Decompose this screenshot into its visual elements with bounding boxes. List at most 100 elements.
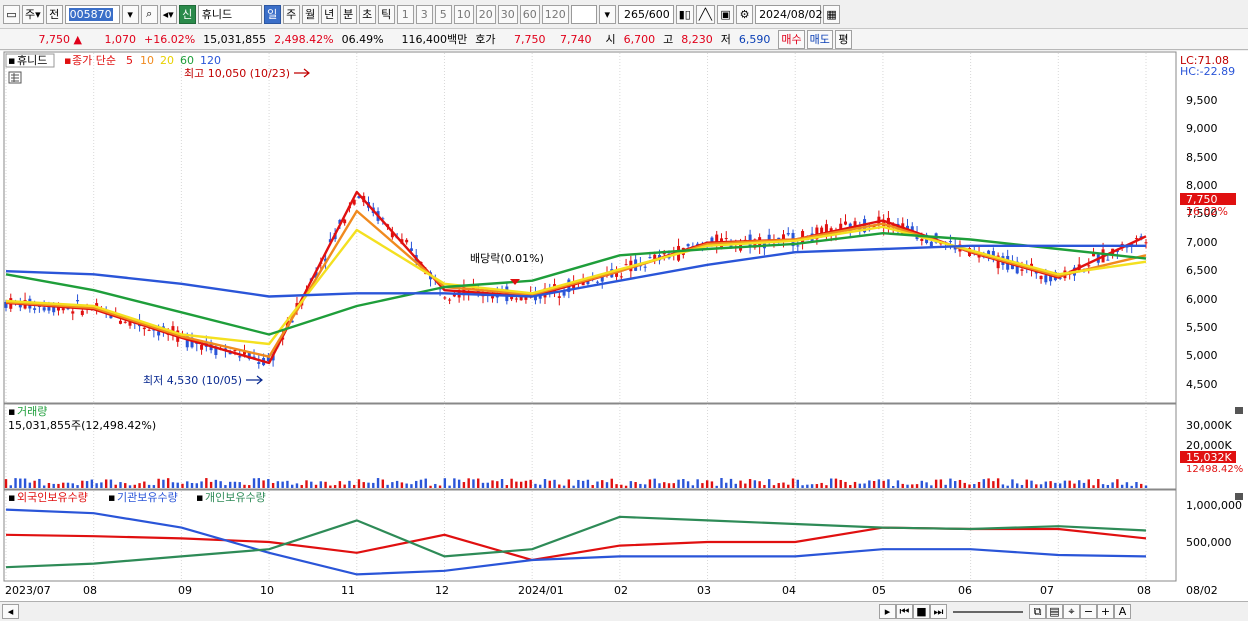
volume-bar bbox=[71, 483, 74, 488]
speaker-icon[interactable]: ◂▾ bbox=[159, 4, 177, 24]
market-select-button[interactable]: 주 ▾ bbox=[22, 4, 44, 24]
volume-bar bbox=[415, 480, 418, 488]
volume-bar bbox=[667, 483, 671, 488]
x-label-07: 07 bbox=[1040, 584, 1054, 597]
volume-bar bbox=[763, 485, 766, 488]
volume-bar bbox=[977, 481, 981, 488]
minute-30-tab[interactable]: 30 bbox=[497, 4, 518, 24]
y-tick-5500: 5,500 bbox=[1186, 321, 1218, 334]
volume-bar bbox=[467, 478, 470, 488]
crosshair-icon[interactable]: ⌖ bbox=[1063, 604, 1080, 619]
volume-bar bbox=[429, 485, 432, 488]
sell-button[interactable]: 매도 bbox=[806, 29, 833, 49]
stop-icon[interactable]: ■ bbox=[913, 604, 930, 619]
stock-chart[interactable]: ▪ 휴니드 ▪ 종가 단순 5 10 20 60 120 최고 10,050 (… bbox=[0, 51, 1248, 601]
volume-bar bbox=[224, 485, 227, 488]
legend-individual: 개인보유수량 bbox=[205, 491, 266, 504]
minute-60-tab[interactable]: 60 bbox=[519, 4, 540, 24]
calendar-icon[interactable]: ▦ bbox=[823, 4, 841, 24]
candle-body bbox=[157, 331, 161, 336]
play-forward-icon[interactable]: ⏭ bbox=[930, 604, 947, 619]
y-tick-5000: 5,000 bbox=[1186, 349, 1218, 362]
volume-bar bbox=[725, 482, 728, 488]
compare-icon[interactable]: ⧉ bbox=[1029, 604, 1046, 619]
period-day-tab[interactable]: 일 bbox=[263, 4, 281, 24]
overlay-icon[interactable]: ▤ bbox=[1046, 604, 1063, 619]
scroll-right-icon[interactable]: ▸ bbox=[879, 604, 896, 619]
volume-bar bbox=[500, 479, 504, 488]
date-input[interactable]: 2024/08/02 bbox=[755, 4, 822, 24]
candle-body bbox=[71, 311, 75, 314]
volume-bar bbox=[338, 481, 342, 488]
scroll-track[interactable] bbox=[19, 605, 879, 619]
volume-bar bbox=[348, 480, 351, 488]
zoom-out-icon[interactable]: − bbox=[1080, 604, 1097, 619]
zoom-slider[interactable] bbox=[953, 610, 1023, 613]
minute-5-tab[interactable]: 5 bbox=[434, 4, 452, 24]
interval-dropdown-icon[interactable]: ▾ bbox=[598, 4, 616, 24]
chart-settings-icon[interactable]: ▭ bbox=[3, 4, 20, 24]
period-week-tab[interactable]: 주 bbox=[282, 4, 300, 24]
volume-bar bbox=[1144, 485, 1148, 488]
volume-bar bbox=[28, 482, 32, 488]
volume-bar bbox=[243, 484, 246, 488]
volume-bar bbox=[372, 482, 375, 488]
period-second-tab[interactable]: 초 bbox=[358, 4, 376, 24]
volume-bar bbox=[605, 482, 609, 488]
search-icon[interactable]: ⌕ bbox=[140, 4, 158, 24]
volume-bar bbox=[90, 479, 94, 488]
period-minute-tab[interactable]: 분 bbox=[339, 4, 357, 24]
bottom-scrollbar[interactable]: ◂ ▸ ⏮ ■ ⏭ ⧉ ▤ ⌖ − + A bbox=[0, 601, 1248, 621]
period-select-button[interactable]: 전 bbox=[45, 4, 63, 24]
minute-3-tab[interactable]: 3 bbox=[415, 4, 433, 24]
data-count-input[interactable]: 265/600 bbox=[617, 4, 674, 24]
period-year-tab[interactable]: 년 bbox=[320, 4, 338, 24]
volume-bar bbox=[333, 485, 337, 488]
eval-button[interactable]: 평 bbox=[834, 29, 852, 49]
chart-area[interactable]: ▪ 휴니드 ▪ 종가 단순 5 10 20 60 120 최고 10,050 (… bbox=[0, 51, 1248, 601]
volume-panel-close-icon[interactable] bbox=[1235, 407, 1243, 414]
hc-value: HC:-22.89 bbox=[1180, 65, 1235, 78]
volume-bar bbox=[529, 479, 532, 488]
volume-bar bbox=[305, 480, 308, 488]
volume-bar bbox=[925, 482, 928, 488]
buy-button[interactable]: 매수 bbox=[778, 29, 805, 49]
play-rewind-icon[interactable]: ⏮ bbox=[896, 604, 913, 619]
volume-bar bbox=[610, 478, 613, 488]
hold-y-tick-500000: 500,000 bbox=[1186, 536, 1232, 549]
volume-bar bbox=[672, 483, 675, 488]
candle-body bbox=[619, 276, 623, 278]
minute-120-tab[interactable]: 120 bbox=[541, 4, 569, 24]
volume-bar bbox=[1044, 481, 1048, 488]
candle-type-icon[interactable]: ▮▯ bbox=[675, 4, 694, 24]
volume-bar bbox=[524, 480, 528, 488]
minute-1-tab[interactable]: 1 bbox=[396, 4, 414, 24]
minute-20-tab[interactable]: 20 bbox=[475, 4, 496, 24]
volume-bar bbox=[1035, 484, 1038, 488]
interval-custom-input[interactable] bbox=[570, 4, 597, 24]
draw-tool-icon[interactable]: ╱╲ bbox=[695, 4, 716, 24]
zoom-in-icon[interactable]: + bbox=[1097, 604, 1114, 619]
volume-bar bbox=[1082, 482, 1086, 488]
volume-bar bbox=[1073, 483, 1076, 488]
code-dropdown-icon[interactable]: ▾ bbox=[121, 4, 139, 24]
volume-bar bbox=[1130, 485, 1133, 488]
candle-body bbox=[1020, 269, 1024, 271]
gear-icon[interactable]: ⚙ bbox=[736, 4, 754, 24]
volume-bar bbox=[214, 479, 218, 488]
vol-last-tag-text: 15,032K bbox=[1186, 451, 1232, 464]
period-tick-tab[interactable]: 틱 bbox=[377, 4, 395, 24]
save-icon[interactable]: ▣ bbox=[717, 4, 735, 24]
period-month-tab[interactable]: 월 bbox=[301, 4, 319, 24]
scroll-left-icon[interactable]: ◂ bbox=[2, 604, 19, 619]
volume-bar bbox=[548, 480, 551, 488]
volume-bar bbox=[1087, 479, 1090, 488]
volume-bar bbox=[744, 483, 747, 488]
volume-bar bbox=[100, 482, 103, 488]
stock-name-field[interactable]: 휴니드 bbox=[197, 4, 262, 24]
minute-10-tab[interactable]: 10 bbox=[453, 4, 474, 24]
volume-bar bbox=[314, 484, 318, 488]
volume-bar bbox=[95, 483, 98, 488]
stock-code-input[interactable]: 005870 bbox=[64, 4, 120, 24]
font-size-icon[interactable]: A bbox=[1114, 604, 1131, 619]
